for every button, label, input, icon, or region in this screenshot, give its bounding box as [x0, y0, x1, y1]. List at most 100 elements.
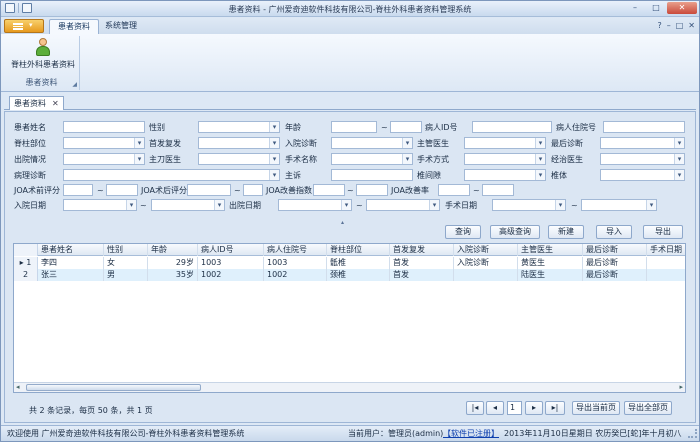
spine-patient-records-button[interactable]: 脊柱外科患者资料 [8, 38, 78, 72]
name-input[interactable] [63, 121, 145, 133]
column-header[interactable]: 入院诊断 [454, 244, 518, 256]
discharge-select[interactable] [63, 153, 145, 165]
joa-index-to-input[interactable] [356, 184, 388, 196]
cell-gender[interactable]: 男 [104, 269, 148, 281]
cell-surgery-date[interactable] [647, 257, 685, 269]
age-from-input[interactable] [331, 121, 377, 133]
spine-part-select[interactable] [63, 137, 145, 149]
column-header[interactable]: 首发复发 [390, 244, 454, 256]
cell-surgery-date[interactable] [647, 269, 685, 281]
cell-attending[interactable]: 陆医生 [518, 269, 583, 281]
column-header[interactable]: 脊柱部位 [327, 244, 390, 256]
new-button[interactable]: 新建 [548, 225, 584, 239]
group-launcher-icon[interactable]: ◢ [72, 81, 77, 88]
close-tab-icon[interactable]: ✕ [52, 99, 59, 108]
discharge-date-from-picker[interactable] [278, 199, 352, 211]
document-tab-patient-info[interactable]: 患者资料 ✕ [9, 96, 64, 110]
surgery-method-select[interactable] [464, 153, 546, 165]
cell-name[interactable]: 李四 [38, 257, 104, 269]
tab-system-management[interactable]: 系统管理 [97, 19, 145, 34]
maximize-button[interactable]: □ [646, 2, 666, 14]
query-button[interactable]: 查询 [445, 225, 481, 239]
first-page-button[interactable]: |◂ [466, 401, 484, 415]
export-current-page-button[interactable]: 导出当前页 [572, 401, 620, 415]
patient-id-input[interactable] [472, 121, 552, 133]
pathology-select[interactable] [63, 169, 280, 181]
mdi-restore-button[interactable]: □ [676, 21, 684, 30]
admit-date-from-picker[interactable] [63, 199, 137, 211]
patient-grid[interactable]: 患者姓名 性别 年龄 病人ID号 病人住院号 脊柱部位 首发复发 入院诊断 主管… [13, 243, 686, 393]
cell-gender[interactable]: 女 [104, 257, 148, 269]
cell-name[interactable]: 张三 [38, 269, 104, 281]
minimize-button[interactable]: – [625, 2, 645, 14]
joa-rate-to-input[interactable] [482, 184, 514, 196]
mdi-minimize-button[interactable]: – [667, 21, 671, 30]
cell-final-diag[interactable]: 最后诊断 [583, 269, 647, 281]
column-header[interactable]: 性别 [104, 244, 148, 256]
scroll-thumb[interactable] [26, 384, 201, 391]
cell-first-recur[interactable]: 首发 [390, 269, 454, 281]
column-header[interactable]: 患者姓名 [38, 244, 104, 256]
collapse-splitter-icon[interactable]: ▴ [341, 219, 344, 226]
export-button[interactable]: 导出 [643, 225, 683, 239]
tab-patient-info[interactable]: 患者资料 [49, 19, 99, 34]
cell-spine-part[interactable]: 颈椎 [327, 269, 390, 281]
close-button[interactable]: ✕ [667, 2, 697, 14]
cell-age[interactable]: 35岁 [148, 269, 198, 281]
joa-post-from-input[interactable] [187, 184, 231, 196]
cell-final-diag[interactable]: 最后诊断 [583, 257, 647, 269]
cell-inpatient-no[interactable]: 1002 [264, 269, 327, 281]
column-header[interactable]: 年龄 [148, 244, 198, 256]
scroll-left-icon[interactable]: ◂ [16, 383, 20, 391]
cell-patient-id[interactable]: 1002 [198, 269, 264, 281]
app-menu-button[interactable]: ▾ [4, 19, 44, 33]
row-indicator[interactable]: ▸ 1 [14, 257, 38, 269]
resize-grip-icon[interactable] [688, 429, 697, 438]
surgeon-select[interactable] [198, 153, 280, 165]
export-all-pages-button[interactable]: 导出全部页 [624, 401, 672, 415]
cell-admit-diag[interactable] [454, 269, 518, 281]
column-header[interactable]: 最后诊断 [583, 244, 647, 256]
complaint-input[interactable] [331, 169, 413, 181]
scroll-right-icon[interactable]: ▸ [679, 383, 683, 391]
column-header[interactable]: 手术日期 [647, 244, 685, 256]
surgery-date-from-picker[interactable] [492, 199, 566, 211]
mdi-close-button[interactable]: ✕ [688, 21, 695, 30]
table-row[interactable]: ▸ 1 李四 女 29岁 1003 1003 骶椎 首发 入院诊断 黄医生 最后… [14, 257, 685, 269]
cell-spine-part[interactable]: 骶椎 [327, 257, 390, 269]
first-recur-select[interactable] [198, 137, 280, 149]
prev-page-button[interactable]: ◂ [486, 401, 504, 415]
next-page-button[interactable]: ▸ [525, 401, 543, 415]
surgery-name-select[interactable] [331, 153, 413, 165]
joa-pre-from-input[interactable] [63, 184, 93, 196]
inpatient-no-input[interactable] [603, 121, 685, 133]
surgery-date-to-picker[interactable] [581, 199, 657, 211]
software-registered-link[interactable]: 【软件已注册】 [443, 426, 499, 441]
joa-post-to-input[interactable] [243, 184, 263, 196]
joa-index-from-input[interactable] [313, 184, 345, 196]
admit-date-to-picker[interactable] [151, 199, 225, 211]
cell-age[interactable]: 29岁 [148, 257, 198, 269]
admit-diag-select[interactable] [331, 137, 413, 149]
cell-admit-diag[interactable]: 入院诊断 [454, 257, 518, 269]
discharge-date-to-picker[interactable] [366, 199, 440, 211]
final-diag-select[interactable] [600, 137, 685, 149]
table-row[interactable]: 2 张三 男 35岁 1002 1002 颈椎 首发 陆医生 最后诊断 [14, 269, 685, 281]
cell-first-recur[interactable]: 首发 [390, 257, 454, 269]
cell-inpatient-no[interactable]: 1003 [264, 257, 327, 269]
treating-doctor-select[interactable] [600, 153, 685, 165]
gender-select[interactable] [198, 121, 280, 133]
joa-pre-to-input[interactable] [106, 184, 138, 196]
help-icon[interactable]: ? [657, 21, 661, 30]
intervertebral-select[interactable] [464, 169, 546, 181]
advanced-query-button[interactable]: 高级查询 [490, 225, 540, 239]
import-button[interactable]: 导入 [596, 225, 632, 239]
cell-patient-id[interactable]: 1003 [198, 257, 264, 269]
horizontal-scrollbar[interactable]: ◂ ▸ [14, 382, 685, 392]
vertebra-select[interactable] [600, 169, 685, 181]
attending-doctor-select[interactable] [464, 137, 546, 149]
column-header[interactable]: 病人住院号 [264, 244, 327, 256]
column-header[interactable]: 主管医生 [518, 244, 583, 256]
joa-rate-from-input[interactable] [438, 184, 470, 196]
row-indicator[interactable]: 2 [14, 269, 38, 281]
